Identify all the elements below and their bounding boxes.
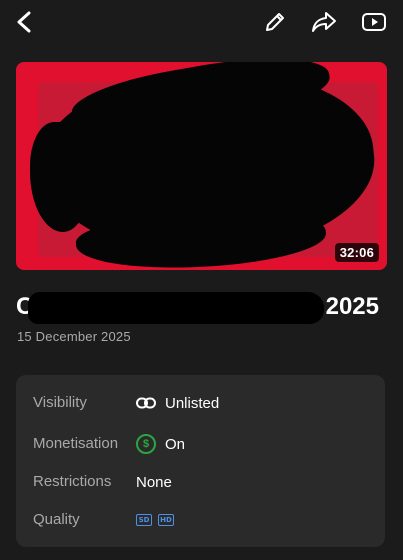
publish-date: 15 December 2025	[17, 329, 131, 344]
quality-row[interactable]: Quality SD HD	[16, 505, 385, 535]
visibility-row[interactable]: Visibility Unlisted	[16, 388, 385, 418]
visibility-value-text: Unlisted	[165, 394, 220, 412]
monetisation-value-text: On	[165, 435, 186, 453]
monetisation-row[interactable]: Monetisation $ On	[16, 429, 385, 459]
share-button[interactable]	[307, 5, 341, 39]
sd-badge: SD	[136, 514, 152, 526]
dollar-circle-icon: $	[136, 434, 156, 454]
restrictions-label: Restrictions	[33, 473, 112, 490]
video-thumbnail[interactable]: 32:06	[16, 62, 387, 270]
title-text-end: 2025	[325, 293, 379, 320]
top-bar	[0, 0, 403, 46]
back-chevron-icon	[17, 11, 31, 33]
video-title: C 2025	[16, 290, 387, 326]
video-details-screen: 32:06 C 2025 15 December 2025 Visibility…	[0, 0, 403, 560]
monetisation-label: Monetisation	[33, 435, 119, 452]
edit-button[interactable]	[258, 5, 292, 39]
restrictions-row[interactable]: Restrictions None	[16, 467, 385, 497]
youtube-button[interactable]	[357, 5, 391, 39]
restrictions-value: None	[136, 473, 172, 491]
back-button[interactable]	[8, 5, 42, 39]
quality-value: SD HD	[136, 508, 180, 532]
hd-badge: HD	[158, 514, 174, 526]
link-icon	[136, 397, 156, 409]
duration-badge: 32:06	[334, 243, 379, 262]
pencil-icon	[266, 13, 284, 31]
details-card: Visibility Unlisted Monetisation $ On Re…	[16, 375, 385, 547]
visibility-value: Unlisted	[136, 391, 219, 415]
quality-label: Quality	[33, 511, 80, 528]
monetisation-value: $ On	[136, 432, 185, 456]
share-arrow-icon	[312, 12, 336, 32]
visibility-label: Visibility	[33, 394, 87, 411]
title-redaction	[28, 292, 324, 324]
youtube-play-icon	[362, 13, 386, 31]
